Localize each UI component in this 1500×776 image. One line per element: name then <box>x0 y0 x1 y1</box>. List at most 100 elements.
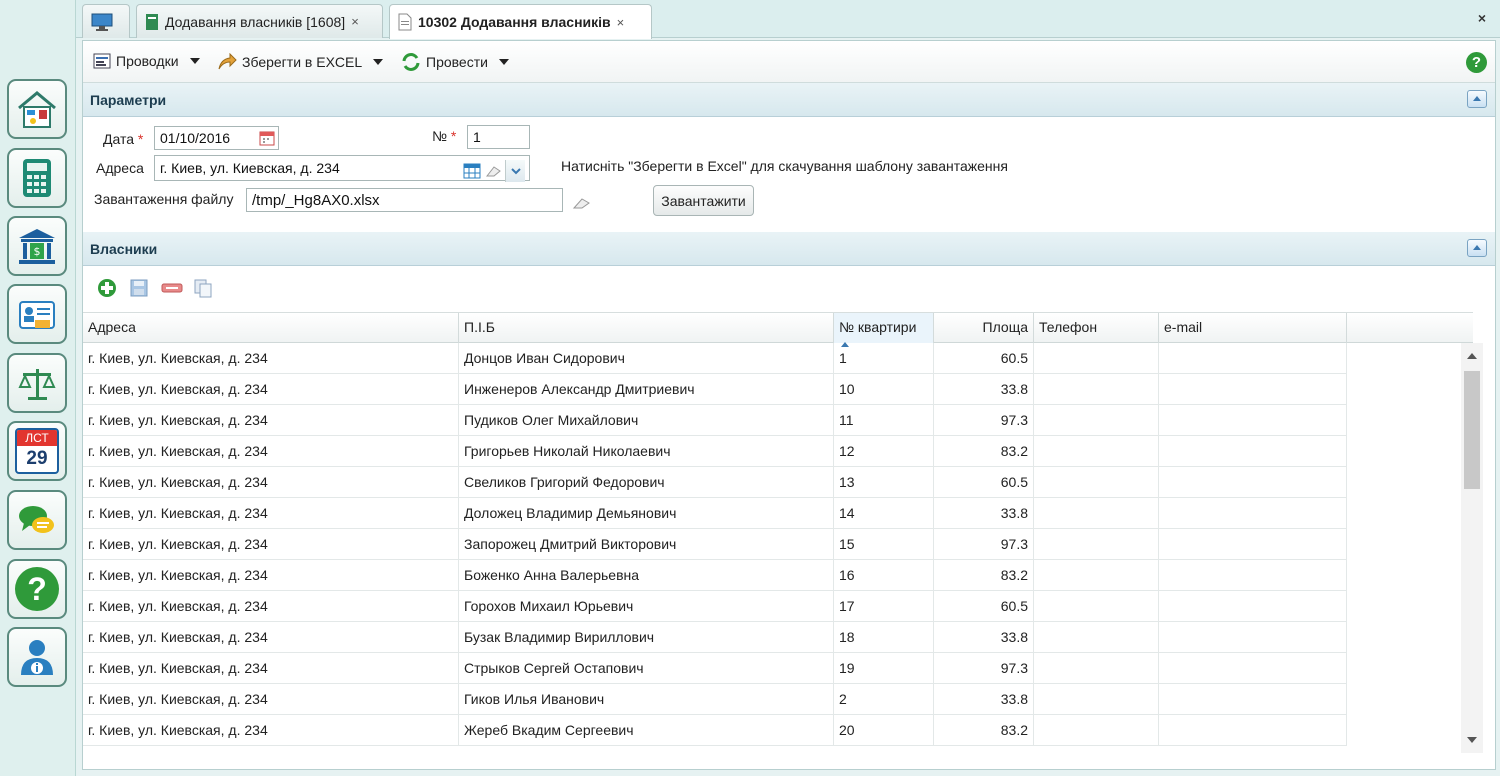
cell-email[interactable] <box>1159 715 1347 746</box>
cell-flat[interactable]: 11 <box>834 405 934 436</box>
cell-area[interactable]: 60.5 <box>934 343 1034 374</box>
collapse-parameters-button[interactable] <box>1467 90 1487 108</box>
cell-phone[interactable] <box>1034 715 1159 746</box>
cell-phone[interactable] <box>1034 529 1159 560</box>
cell-address[interactable]: г. Киев, ул. Киевская, д. 234 <box>83 591 459 622</box>
cell-flat[interactable]: 1 <box>834 343 934 374</box>
close-tab-icon[interactable]: × <box>617 15 625 30</box>
cell-phone[interactable] <box>1034 405 1159 436</box>
sidebar-id-card-button[interactable] <box>7 284 67 344</box>
column-header-name[interactable]: П.І.Б <box>459 313 834 343</box>
cell-email[interactable] <box>1159 374 1347 405</box>
cell-name[interactable]: Доложец Владимир Демьянович <box>459 498 834 529</box>
cell-flat[interactable]: 16 <box>834 560 934 591</box>
cell-address[interactable]: г. Киев, ул. Киевская, д. 234 <box>83 622 459 653</box>
cell-flat[interactable]: 20 <box>834 715 934 746</box>
cell-phone[interactable] <box>1034 374 1159 405</box>
cell-name[interactable]: Свеликов Григорий Федорович <box>459 467 834 498</box>
vertical-scrollbar[interactable] <box>1461 343 1483 753</box>
cell-email[interactable] <box>1159 436 1347 467</box>
cell-area[interactable]: 97.3 <box>934 405 1034 436</box>
cell-address[interactable]: г. Киев, ул. Киевская, д. 234 <box>83 374 459 405</box>
cell-flat[interactable]: 15 <box>834 529 934 560</box>
cell-email[interactable] <box>1159 405 1347 436</box>
cell-flat[interactable]: 14 <box>834 498 934 529</box>
sidebar-chat-button[interactable] <box>7 490 67 550</box>
cell-area[interactable]: 97.3 <box>934 529 1034 560</box>
copy-row-icon[interactable] <box>193 278 213 298</box>
cell-phone[interactable] <box>1034 343 1159 374</box>
scroll-up-icon[interactable] <box>1467 353 1477 359</box>
sidebar-home-utilities-button[interactable] <box>7 79 67 139</box>
cell-name[interactable]: Пудиков Олег Михайлович <box>459 405 834 436</box>
sidebar-bank-button[interactable]: $ <box>7 216 67 276</box>
cell-phone[interactable] <box>1034 436 1159 467</box>
close-tab-icon[interactable]: × <box>351 14 359 29</box>
table-row[interactable]: г. Киев, ул. Киевская, д. 234 Пудиков Оле… <box>83 405 1347 436</box>
table-row[interactable]: г. Киев, ул. Киевская, д. 234 Инженеров А… <box>83 374 1347 405</box>
cell-name[interactable]: Бузак Владимир Вириллович <box>459 622 834 653</box>
cell-email[interactable] <box>1159 498 1347 529</box>
help-icon[interactable]: ? <box>1466 52 1487 73</box>
close-all-tabs-icon[interactable]: × <box>1478 10 1486 26</box>
file-path-input[interactable] <box>246 188 563 212</box>
cell-address[interactable]: г. Киев, ул. Киевская, д. 234 <box>83 343 459 374</box>
column-header-email[interactable]: e-mail <box>1159 313 1347 343</box>
tab-add-owners-10302[interactable]: 10302 Додавання власників × <box>389 4 652 39</box>
cell-area[interactable]: 60.5 <box>934 591 1034 622</box>
cell-flat[interactable]: 2 <box>834 684 934 715</box>
cell-name[interactable]: Боженко Анна Валерьевна <box>459 560 834 591</box>
number-input[interactable] <box>467 125 530 149</box>
sidebar-calendar-button[interactable]: ЛСТ 29 <box>7 421 67 481</box>
dropdown-arrow-icon[interactable] <box>505 160 525 182</box>
cell-area[interactable]: 33.8 <box>934 374 1034 405</box>
delete-row-icon[interactable] <box>161 278 183 298</box>
collapse-owners-button[interactable] <box>1467 239 1487 257</box>
load-button[interactable]: Завантажити <box>653 185 754 216</box>
cell-flat[interactable]: 12 <box>834 436 934 467</box>
cell-name[interactable]: Донцов Иван Сидорович <box>459 343 834 374</box>
table-row[interactable]: г. Киев, ул. Киевская, д. 234 Запорожец Д… <box>83 529 1347 560</box>
cell-email[interactable] <box>1159 622 1347 653</box>
table-row[interactable]: г. Киев, ул. Киевская, д. 234 Боженко Анн… <box>83 560 1347 591</box>
sidebar-help-button[interactable]: ? <box>7 559 67 619</box>
cell-email[interactable] <box>1159 467 1347 498</box>
table-row[interactable]: г. Киев, ул. Киевская, д. 234 Григорьев Н… <box>83 436 1347 467</box>
cell-name[interactable]: Запорожец Дмитрий Викторович <box>459 529 834 560</box>
sidebar-scales-button[interactable] <box>7 353 67 413</box>
cell-area[interactable]: 83.2 <box>934 436 1034 467</box>
cell-area[interactable]: 33.8 <box>934 622 1034 653</box>
cell-address[interactable]: г. Киев, ул. Киевская, д. 234 <box>83 436 459 467</box>
cell-address[interactable]: г. Киев, ул. Киевская, д. 234 <box>83 405 459 436</box>
table-row[interactable]: г. Киев, ул. Киевская, д. 234 Доложец Вла… <box>83 498 1347 529</box>
cell-name[interactable]: Жереб Вкадим Сергеевич <box>459 715 834 746</box>
eraser-icon[interactable] <box>571 196 591 213</box>
add-row-icon[interactable] <box>97 278 117 298</box>
cell-email[interactable] <box>1159 343 1347 374</box>
eraser-icon[interactable] <box>484 164 502 178</box>
table-row[interactable]: г. Киев, ул. Киевская, д. 234 Бузак Влади… <box>83 622 1347 653</box>
cell-area[interactable]: 60.5 <box>934 467 1034 498</box>
table-row[interactable]: г. Киев, ул. Киевская, д. 234 Донцов Иван… <box>83 343 1347 374</box>
cell-email[interactable] <box>1159 560 1347 591</box>
table-row[interactable]: г. Киев, ул. Киевская, д. 234 Стрыков Сер… <box>83 653 1347 684</box>
cell-phone[interactable] <box>1034 684 1159 715</box>
cell-address[interactable]: г. Киев, ул. Киевская, д. 234 <box>83 529 459 560</box>
cell-address[interactable]: г. Киев, ул. Киевская, д. 234 <box>83 715 459 746</box>
cell-phone[interactable] <box>1034 467 1159 498</box>
cell-address[interactable]: г. Киев, ул. Киевская, д. 234 <box>83 653 459 684</box>
column-header-address[interactable]: Адреса <box>83 313 459 343</box>
cell-phone[interactable] <box>1034 498 1159 529</box>
table-row[interactable]: г. Киев, ул. Киевская, д. 234 Свеликов Гр… <box>83 467 1347 498</box>
cell-email[interactable] <box>1159 684 1347 715</box>
cell-area[interactable]: 83.2 <box>934 560 1034 591</box>
cell-phone[interactable] <box>1034 622 1159 653</box>
cell-area[interactable]: 33.8 <box>934 498 1034 529</box>
tab-desktop[interactable] <box>82 4 130 38</box>
cell-name[interactable]: Горохов Михаил Юрьевич <box>459 591 834 622</box>
cell-email[interactable] <box>1159 653 1347 684</box>
cell-flat[interactable]: 13 <box>834 467 934 498</box>
cell-area[interactable]: 83.2 <box>934 715 1034 746</box>
cell-name[interactable]: Стрыков Сергей Остапович <box>459 653 834 684</box>
sidebar-calculator-button[interactable] <box>7 148 67 208</box>
